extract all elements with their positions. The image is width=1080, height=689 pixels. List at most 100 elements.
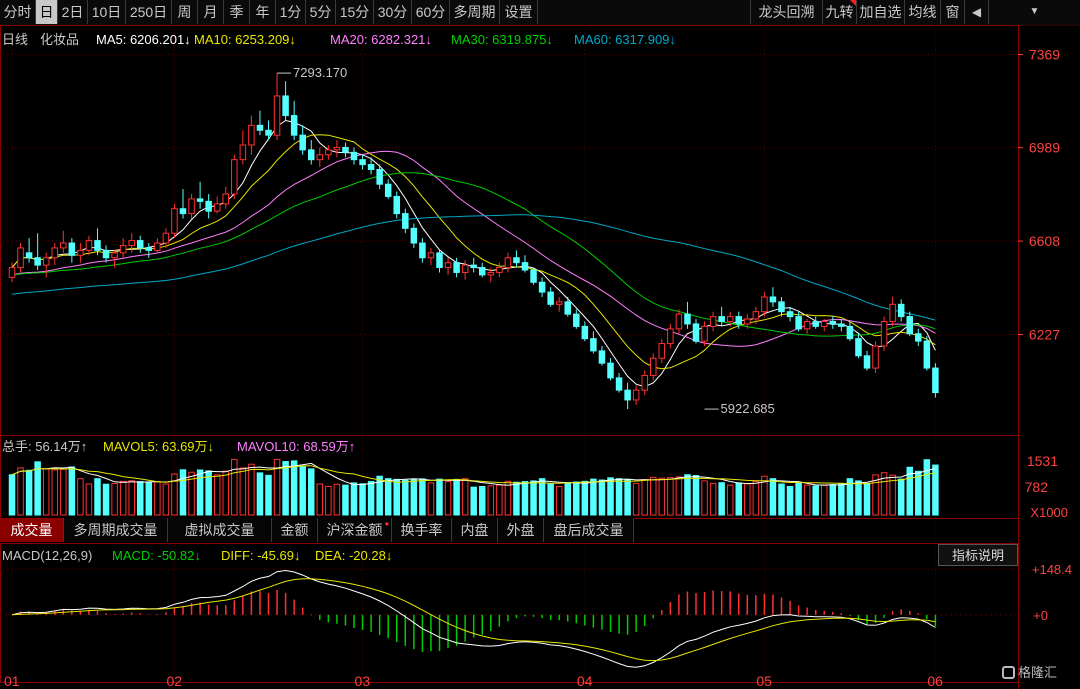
subtab-2[interactable]: 虚拟成交量	[168, 518, 272, 542]
candle-body	[752, 311, 760, 320]
period-tab-15[interactable]: 设置	[500, 0, 538, 24]
volume-bar	[282, 461, 289, 516]
candle-body	[231, 159, 238, 195]
candle-body	[162, 232, 170, 244]
volume-bar	[479, 485, 486, 516]
period-tab-2[interactable]: 2日	[58, 0, 88, 24]
candle-body	[119, 244, 127, 254]
candle-body	[333, 146, 341, 151]
subtab-1[interactable]: 多周期成交量	[64, 518, 168, 542]
candle-body	[60, 242, 67, 249]
subtab-4[interactable]: 沪深金额 •	[318, 517, 392, 542]
volume-bar	[342, 484, 349, 516]
volume-tick-label: 1531	[1027, 453, 1058, 469]
volume-bar	[863, 482, 871, 516]
period-tab-10[interactable]: 5分	[306, 0, 336, 24]
subtab-3[interactable]: 金额	[272, 518, 318, 542]
volume-bar	[444, 481, 452, 516]
price-annotation-0: 7293.170	[293, 65, 347, 80]
volume-bar	[154, 481, 161, 516]
candle-body	[137, 240, 144, 249]
volume-bar	[607, 477, 614, 516]
volume-bar	[308, 468, 315, 516]
candle-body	[273, 95, 281, 136]
period-tab-0[interactable]: 分时	[0, 0, 36, 24]
volume-bar	[239, 467, 247, 516]
period-tab-11[interactable]: 15分	[336, 0, 374, 24]
candle-body	[479, 267, 486, 276]
volume-bar	[384, 478, 392, 516]
subtab-0[interactable]: 成交量	[0, 518, 64, 542]
subtab-8[interactable]: 盘后成交量	[544, 518, 634, 542]
price-tick-label: 6227	[1029, 326, 1060, 342]
volume-bar	[487, 485, 495, 516]
candle-body	[889, 303, 896, 322]
candle-body	[838, 323, 845, 327]
volume-bar	[367, 481, 375, 516]
volume-bar	[85, 483, 93, 516]
volume-bar	[419, 478, 426, 516]
period-tab-3[interactable]: 10日	[88, 0, 126, 24]
volume-bar	[128, 480, 135, 516]
candle-body	[821, 320, 828, 327]
volume-bar	[350, 482, 358, 516]
macd-tick-label: +0	[1033, 608, 1048, 623]
candle-body	[530, 269, 537, 283]
volume-bar	[393, 478, 400, 516]
volume-bar	[530, 480, 537, 516]
toolbar-button-0[interactable]: 龙头回溯	[750, 0, 822, 24]
candle-body	[308, 149, 315, 161]
period-tab-14[interactable]: 多周期	[450, 0, 500, 24]
volume-bar	[573, 481, 580, 516]
candle-body	[205, 200, 212, 212]
candle-body	[897, 303, 905, 318]
volume-bar	[504, 480, 512, 516]
candle-body	[8, 267, 16, 278]
subtab-7[interactable]: 外盘	[498, 518, 544, 542]
toolbar-button-2[interactable]: 加自选	[856, 0, 904, 24]
back-icon[interactable]: ◀	[964, 0, 988, 24]
period-tab-6[interactable]: 月	[198, 0, 224, 24]
candle-body	[496, 267, 503, 273]
candle-body	[419, 242, 426, 259]
volume-bar	[778, 483, 785, 516]
toolbar-button-4[interactable]: 窗	[940, 0, 964, 24]
volume-bar	[119, 480, 127, 516]
chevron-down-icon[interactable]: ▼	[988, 0, 1080, 24]
volume-bar	[179, 469, 187, 516]
indicator-help-button[interactable]: 指标说明	[938, 544, 1018, 566]
candle-body	[196, 198, 204, 202]
volume-bar	[470, 486, 477, 516]
candle-body	[25, 252, 33, 259]
candle-body	[744, 318, 751, 325]
volume-bar	[641, 479, 648, 516]
candle-body	[461, 264, 469, 273]
volume-bar	[145, 481, 153, 516]
macd-legend-2: DIFF: -45.69↓	[221, 548, 300, 563]
candle-body	[179, 208, 187, 215]
price-legend-0: 日线	[2, 32, 28, 47]
volume-bar	[701, 480, 708, 516]
period-tab-7[interactable]: 季	[224, 0, 250, 24]
period-tab-12[interactable]: 30分	[374, 0, 412, 24]
toolbar-button-3[interactable]: 均线	[904, 0, 940, 24]
volume-bar	[538, 478, 546, 516]
period-tab-5[interactable]: 周	[172, 0, 198, 24]
period-tab-4[interactable]: 250日	[126, 0, 172, 24]
period-tab-13[interactable]: 60分	[412, 0, 450, 24]
dot-icon: •	[384, 517, 389, 531]
volume-bar	[838, 483, 845, 516]
period-tab-9[interactable]: 1分	[276, 0, 306, 24]
subtab-6[interactable]: 内盘	[452, 518, 498, 542]
candle-body	[692, 323, 700, 342]
period-tab-1[interactable]: 日	[36, 0, 58, 24]
period-tab-8[interactable]: 年	[250, 0, 276, 24]
candle-body	[402, 213, 409, 229]
volume-bar	[650, 476, 657, 516]
subtab-5[interactable]: 换手率	[392, 518, 452, 542]
volume-bar	[17, 467, 24, 516]
toolbar-button-1[interactable]: 九转	[822, 0, 856, 24]
volume-bar	[658, 477, 666, 516]
candle-body	[102, 249, 110, 259]
watermark-logo: 格隆汇	[1002, 662, 1057, 681]
